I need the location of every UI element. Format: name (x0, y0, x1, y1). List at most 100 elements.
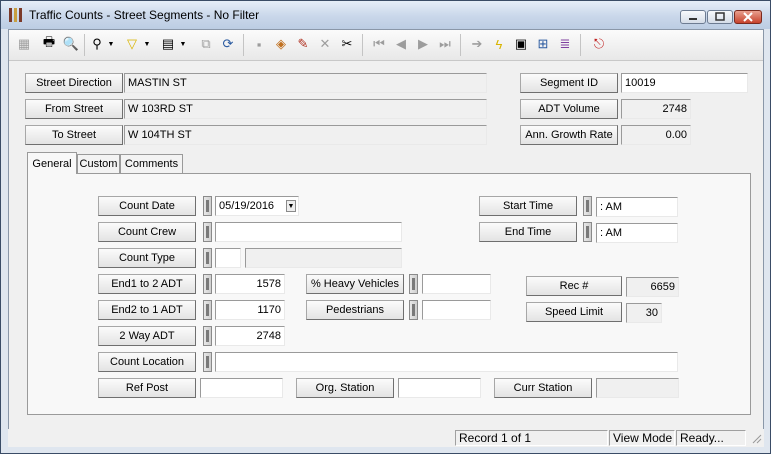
filter-dropdown[interactable]: ▼ (142, 34, 152, 54)
pedestrians-field[interactable] (422, 300, 491, 320)
end-time-button[interactable]: End Time (479, 222, 577, 242)
count-type-button[interactable]: Count Type (98, 248, 196, 268)
end1-adt-button[interactable]: End1 to 2 ADT (98, 274, 196, 294)
first-record-icon[interactable]: ⏮ (369, 34, 389, 54)
curr-station-field[interactable] (596, 378, 679, 398)
end-time-lookup[interactable] (583, 222, 592, 242)
heavy-vehicles-button[interactable]: % Heavy Vehicles (306, 274, 404, 294)
count-location-field[interactable] (215, 352, 678, 372)
binoculars-icon[interactable]: ⚲ (87, 34, 107, 54)
ref-post-button[interactable]: Ref Post (98, 378, 196, 398)
end1-adt-field[interactable]: 1578 (215, 274, 285, 294)
start-time-field[interactable]: : AM (596, 197, 678, 217)
count-date-field[interactable]: 05/19/2016 ▼ (215, 196, 299, 216)
resize-grip-icon[interactable] (750, 432, 762, 444)
from-street-field[interactable]: W 103RD ST (124, 99, 487, 119)
count-type-desc-field[interactable] (245, 248, 402, 268)
heavy-vehicles-lookup[interactable] (409, 274, 418, 294)
report-icon[interactable]: ▣ (511, 34, 531, 54)
rec-number-field[interactable]: 6659 (626, 277, 679, 297)
maximize-button[interactable] (707, 10, 733, 24)
speed-limit-field[interactable]: 30 (626, 303, 662, 323)
window-title: Traffic Counts - Street Segments - No Fi… (29, 8, 260, 22)
filter-icon[interactable]: ▽ (122, 34, 142, 54)
org-station-field[interactable] (398, 378, 481, 398)
count-date-lookup[interactable] (203, 196, 212, 216)
ref-post-field[interactable] (200, 378, 283, 398)
rec-number-label: Rec # (526, 276, 622, 296)
twoway-adt-field[interactable]: 2748 (215, 326, 285, 346)
exit-icon[interactable]: ⎋ (589, 34, 609, 54)
cut-icon[interactable]: ✂ (337, 34, 357, 54)
pedestrians-button[interactable]: Pedestrians (306, 300, 404, 320)
street-direction-button[interactable]: Street Direction (25, 73, 123, 93)
previous-record-icon[interactable]: ◀ (391, 34, 411, 54)
end1-adt-lookup[interactable] (203, 274, 212, 294)
tab-custom[interactable]: Custom (77, 154, 120, 173)
print-icon[interactable]: 🖶 (39, 34, 59, 54)
document-icon[interactable]: ▤ (158, 34, 178, 54)
save-icon[interactable]: ▪ (249, 34, 269, 54)
tab-general[interactable]: General (27, 152, 77, 174)
app-window: Traffic Counts - Street Segments - No Fi… (0, 0, 771, 454)
last-record-icon[interactable]: ⏭ (435, 34, 455, 54)
title-bar[interactable]: Traffic Counts - Street Segments - No Fi… (1, 1, 770, 29)
growth-rate-field[interactable]: 0.00 (621, 125, 691, 145)
close-icon (743, 12, 753, 22)
client-area: ▦ 🖶 🔍 ⚲ ▼ ▽ ▼ ▤ ▼ ⧉ ⟳ ▪ ◈ ✎ ✕ ✂ ⏮ ◀ ▶ ⏭ … (8, 29, 764, 447)
end2-adt-button[interactable]: End2 to 1 ADT (98, 300, 196, 320)
minimize-button[interactable] (680, 10, 706, 24)
count-crew-lookup[interactable] (203, 222, 212, 242)
pedestrians-lookup[interactable] (409, 300, 418, 320)
count-location-lookup[interactable] (203, 352, 212, 372)
load-icon[interactable]: ◈ (271, 34, 291, 54)
start-time-button[interactable]: Start Time (479, 196, 577, 216)
chevron-down-icon[interactable]: ▼ (286, 200, 296, 212)
books-icon[interactable]: ≣ (555, 34, 575, 54)
twoway-adt-button[interactable]: 2 Way ADT (98, 326, 196, 346)
goto-icon[interactable]: ➔ (467, 34, 487, 54)
adt-volume-field[interactable]: 2748 (621, 99, 691, 119)
count-type-lookup[interactable] (203, 248, 212, 268)
count-type-code-field[interactable] (215, 248, 241, 268)
count-location-button[interactable]: Count Location (98, 352, 196, 372)
org-station-button[interactable]: Org. Station (296, 378, 394, 398)
document-dropdown[interactable]: ▼ (178, 34, 188, 54)
count-crew-field[interactable] (215, 222, 402, 242)
refresh-icon[interactable]: ⟳ (218, 34, 238, 54)
lightning-icon[interactable]: ϟ (489, 34, 509, 54)
adt-volume-label: ADT Volume (520, 99, 618, 119)
record-count-status: Record 1 of 1 (455, 430, 608, 446)
ready-status: Ready... (676, 430, 746, 446)
grid-icon[interactable]: ▦ (14, 34, 34, 54)
next-record-icon[interactable]: ▶ (413, 34, 433, 54)
close-button[interactable] (734, 10, 762, 24)
segment-id-label: Segment ID (520, 73, 618, 93)
from-street-button[interactable]: From Street (25, 99, 123, 119)
segment-id-field[interactable]: 10019 (621, 73, 748, 93)
map-icon[interactable]: ⊞ (533, 34, 553, 54)
app-icon (9, 8, 22, 22)
end2-adt-field[interactable]: 1170 (215, 300, 285, 320)
growth-rate-label: Ann. Growth Rate (520, 125, 618, 145)
print-preview-icon[interactable]: 🔍 (61, 34, 81, 54)
delete-x-icon[interactable]: ✕ (315, 34, 335, 54)
twoway-adt-lookup[interactable] (203, 326, 212, 346)
status-bar: Record 1 of 1 View Mode Ready... (8, 429, 764, 447)
curr-station-button[interactable]: Curr Station (494, 378, 592, 398)
count-date-button[interactable]: Count Date (98, 196, 196, 216)
tab-comments[interactable]: Comments (120, 154, 183, 173)
to-street-field[interactable]: W 104TH ST (124, 125, 487, 145)
count-crew-button[interactable]: Count Crew (98, 222, 196, 242)
start-time-lookup[interactable] (583, 196, 592, 216)
to-street-button[interactable]: To Street (25, 125, 123, 145)
street-direction-field[interactable]: MASTIN ST (124, 73, 487, 93)
binoculars-dropdown[interactable]: ▼ (106, 34, 116, 54)
end-time-field[interactable]: : AM (596, 223, 678, 243)
speed-limit-label: Speed Limit (526, 302, 622, 322)
heavy-vehicles-field[interactable] (422, 274, 491, 294)
copy-icon[interactable]: ⧉ (196, 34, 216, 54)
end2-adt-lookup[interactable] (203, 300, 212, 320)
edit-pencil-icon[interactable]: ✎ (293, 34, 313, 54)
count-date-value: 05/19/2016 (219, 200, 275, 212)
